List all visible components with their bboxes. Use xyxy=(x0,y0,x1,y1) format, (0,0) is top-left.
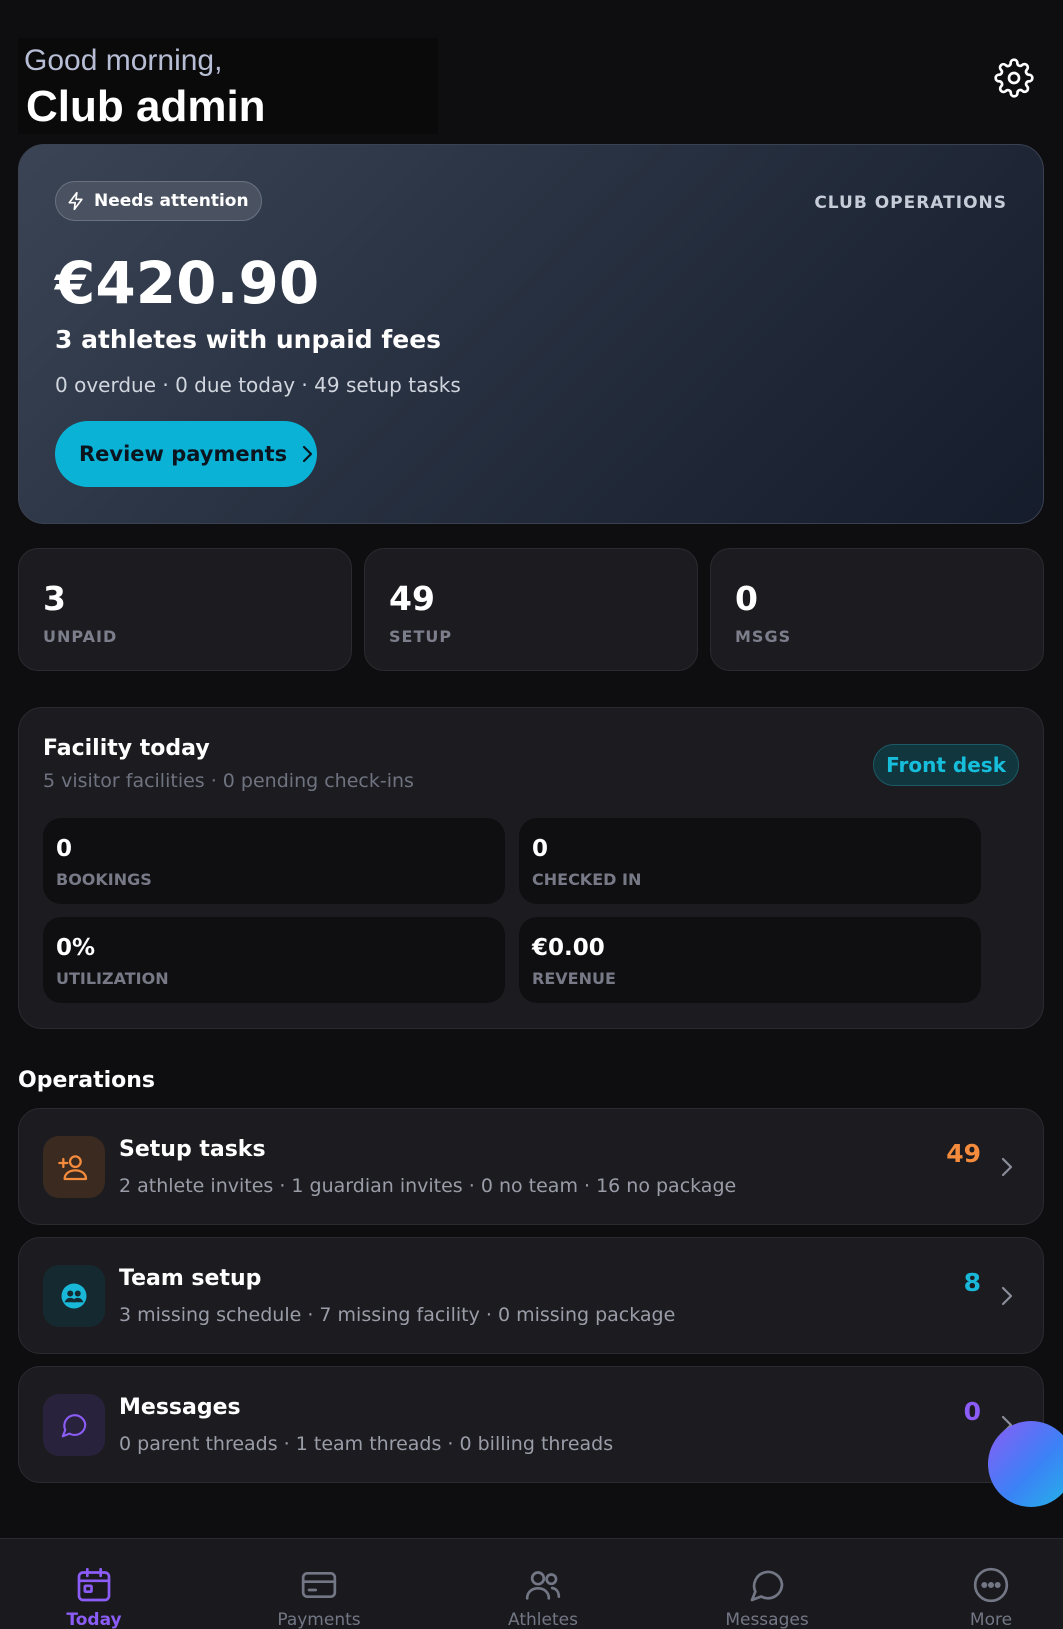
stat-label: MSGS xyxy=(735,627,792,646)
facility-tile-utilization: 0% UTILIZATION xyxy=(43,917,505,1003)
team-icon xyxy=(61,1283,87,1309)
people-icon xyxy=(525,1571,561,1600)
tab-more[interactable]: More xyxy=(921,1539,1061,1629)
front-desk-button[interactable]: Front desk xyxy=(873,744,1019,786)
stat-label: UNPAID xyxy=(43,627,118,646)
review-payments-button[interactable]: Review payments xyxy=(55,421,317,487)
operation-subtitle: 3 missing schedule · 7 missing facility … xyxy=(119,1304,676,1326)
lightning-icon xyxy=(68,191,83,211)
card-icon xyxy=(301,1572,337,1598)
facility-tile-revenue: €0.00 REVENUE xyxy=(519,917,981,1003)
operation-messages[interactable]: Messages 0 parent threads · 1 team threa… xyxy=(18,1366,1044,1483)
calendar-icon xyxy=(77,1567,111,1602)
operation-title: Team setup xyxy=(119,1266,262,1291)
tab-label: More xyxy=(969,1610,1013,1629)
facility-card: Facility today 5 visitor facilities · 0 … xyxy=(18,707,1044,1029)
tab-athletes[interactable]: Athletes xyxy=(473,1539,613,1629)
needs-attention-badge: Needs attention xyxy=(55,181,262,221)
stat-unpaid[interactable]: 3 UNPAID xyxy=(18,548,352,671)
stat-label: SETUP xyxy=(389,627,453,646)
stat-value: 3 xyxy=(43,579,66,618)
facility-tile-checked-in: 0 CHECKED IN xyxy=(519,818,981,904)
user-plus-icon xyxy=(58,1155,88,1181)
gear-icon xyxy=(994,58,1034,98)
header: Good morning, Club admin xyxy=(0,0,1063,140)
badge-label: Needs attention xyxy=(94,191,249,211)
facility-tile-bookings: 0 BOOKINGS xyxy=(43,818,505,904)
tile-value: 0 xyxy=(56,836,73,862)
tab-label: Payments xyxy=(277,1610,361,1629)
payments-hero-card: Needs attention CLUB OPERATIONS €420.90 … xyxy=(18,144,1044,524)
chat-icon xyxy=(61,1414,87,1438)
chevron-right-icon xyxy=(303,445,313,463)
tab-payments[interactable]: Payments xyxy=(249,1539,389,1629)
stat-messages[interactable]: 0 MSGS xyxy=(710,548,1044,671)
tile-value: 0% xyxy=(56,935,96,961)
tab-today[interactable]: Today xyxy=(24,1539,164,1629)
chat-icon xyxy=(750,1570,784,1602)
tile-label: CHECKED IN xyxy=(532,870,642,889)
operation-title: Setup tasks xyxy=(119,1137,266,1162)
facility-subtitle: 5 visitor facilities · 0 pending check-i… xyxy=(43,770,414,792)
review-payments-label: Review payments xyxy=(79,442,288,466)
operation-count: 49 xyxy=(946,1139,981,1168)
operation-count: 0 xyxy=(963,1397,981,1426)
operations-heading: Operations xyxy=(18,1068,155,1093)
operation-title: Messages xyxy=(119,1395,241,1420)
facility-title: Facility today xyxy=(43,736,210,761)
messages-icon-tile xyxy=(43,1394,105,1456)
greeting-text: Good morning, xyxy=(24,44,223,77)
stat-value: 0 xyxy=(735,579,758,618)
chevron-right-icon xyxy=(1001,1157,1013,1177)
tile-label: BOOKINGS xyxy=(56,870,152,889)
tile-label: UTILIZATION xyxy=(56,969,169,988)
tile-label: REVENUE xyxy=(532,969,616,988)
operation-subtitle: 2 athlete invites · 1 guardian invites ·… xyxy=(119,1175,737,1197)
tab-label: Today xyxy=(66,1610,122,1629)
section-tag: CLUB OPERATIONS xyxy=(814,193,1007,213)
setup-icon-tile xyxy=(43,1136,105,1198)
chevron-right-icon xyxy=(1001,1286,1013,1306)
team-icon-tile xyxy=(43,1265,105,1327)
user-name: Club admin xyxy=(26,82,266,131)
bottom-tab-bar: Today Payments Athletes Messages More xyxy=(0,1538,1063,1629)
hero-subtitle: 0 overdue · 0 due today · 49 setup tasks xyxy=(55,373,461,397)
operation-count: 8 xyxy=(963,1268,981,1297)
floating-action-button[interactable] xyxy=(988,1421,1063,1507)
stat-value: 49 xyxy=(389,579,435,618)
unpaid-amount: €420.90 xyxy=(55,249,320,317)
hero-title: 3 athletes with unpaid fees xyxy=(55,325,442,354)
operation-subtitle: 0 parent threads · 1 team threads · 0 bi… xyxy=(119,1433,614,1455)
tab-label: Messages xyxy=(725,1610,809,1629)
more-icon xyxy=(973,1567,1009,1603)
operation-team-setup[interactable]: Team setup 3 missing schedule · 7 missin… xyxy=(18,1237,1044,1354)
tile-value: €0.00 xyxy=(532,935,605,961)
tab-label: Athletes xyxy=(508,1610,578,1629)
stat-setup[interactable]: 49 SETUP xyxy=(364,548,698,671)
tab-messages[interactable]: Messages xyxy=(697,1539,837,1629)
operation-setup-tasks[interactable]: Setup tasks 2 athlete invites · 1 guardi… xyxy=(18,1108,1044,1225)
settings-button[interactable] xyxy=(994,58,1034,98)
tile-value: 0 xyxy=(532,836,549,862)
